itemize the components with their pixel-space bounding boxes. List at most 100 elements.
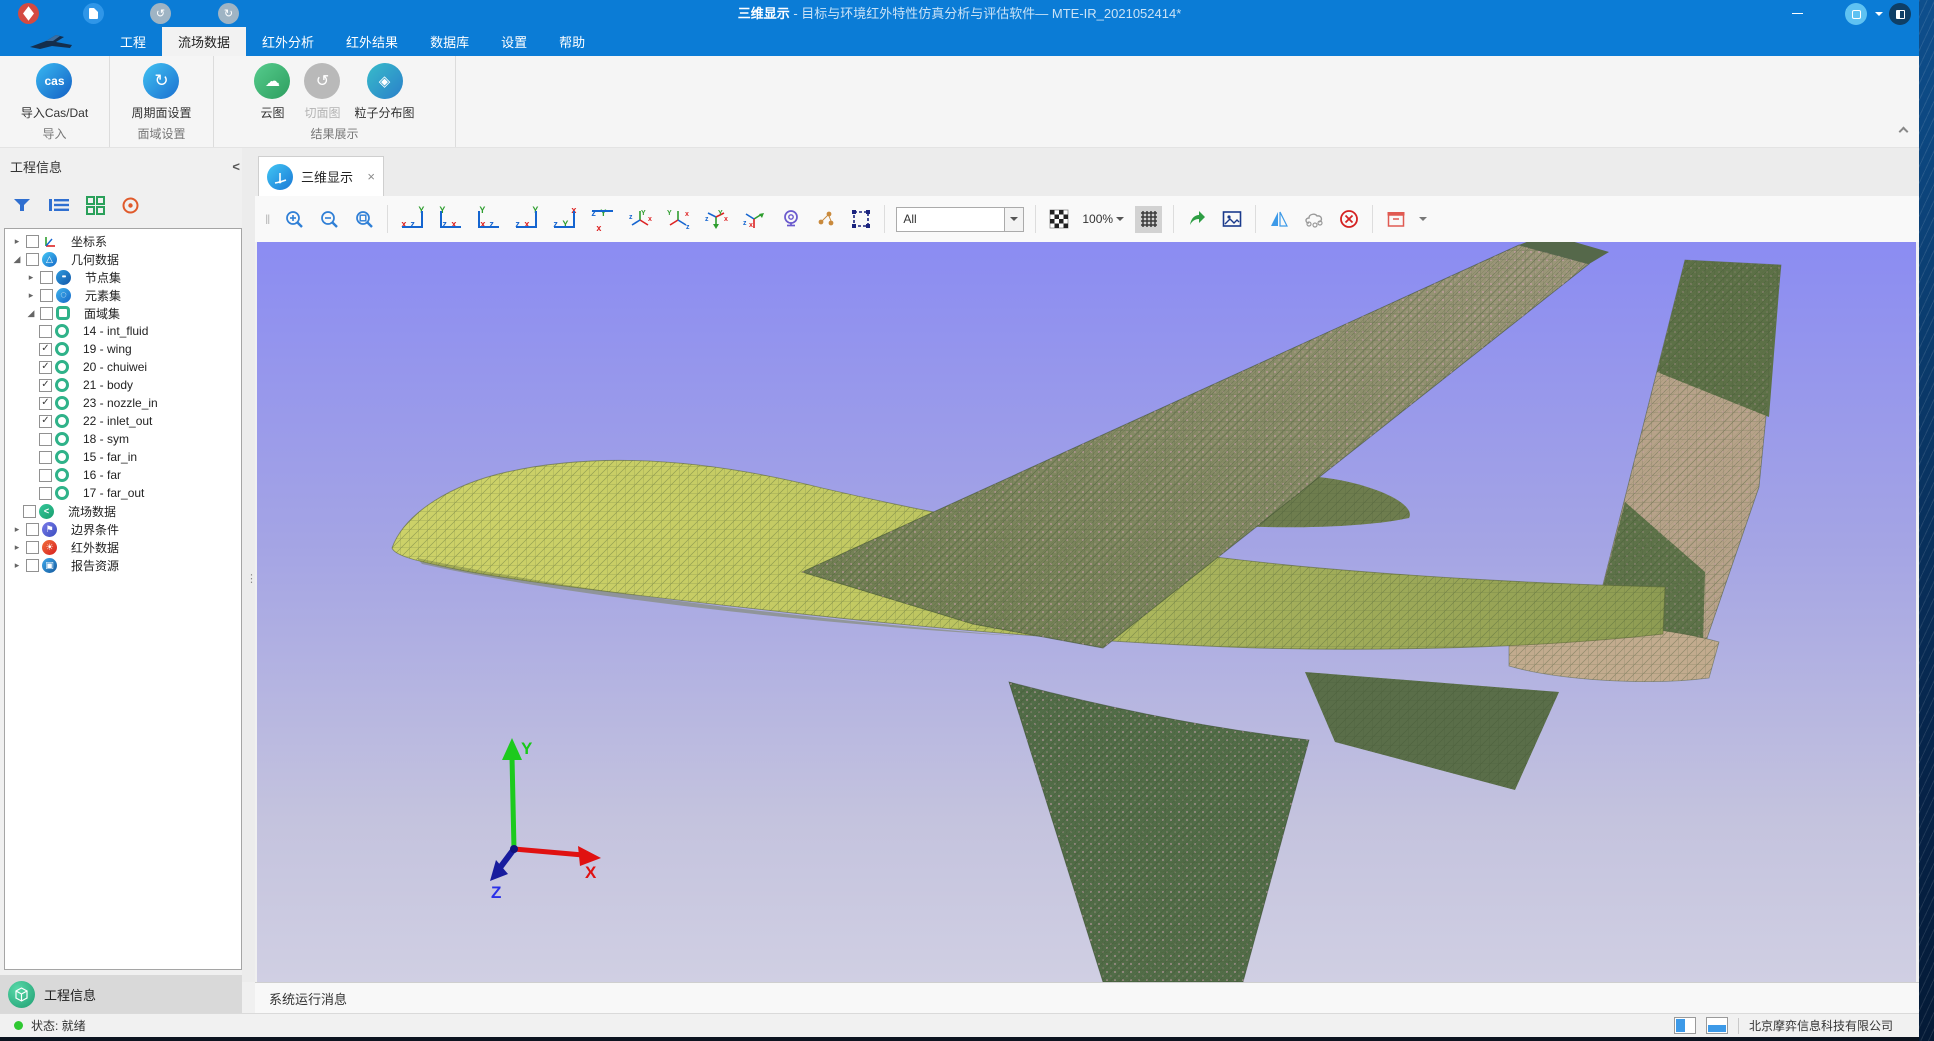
- export-view-button[interactable]: [1185, 207, 1209, 231]
- checkbox[interactable]: [39, 487, 52, 500]
- tree-item-surface[interactable]: 17 - far_out: [5, 484, 241, 502]
- view-top-button[interactable]: xzY: [551, 207, 578, 231]
- tree-item-boundary-conditions[interactable]: ▸ ⚑ 边界条件: [5, 520, 241, 538]
- tab-settings[interactable]: 设置: [485, 27, 543, 56]
- tree-item-surface[interactable]: 16 - far: [5, 466, 241, 484]
- checkbox[interactable]: ✓: [39, 361, 52, 374]
- project-info-footer-tab[interactable]: 工程信息: [0, 975, 242, 1013]
- view-iso-2-button[interactable]: Yxz: [665, 207, 692, 231]
- layout-bottom-panel-icon[interactable]: [1706, 1017, 1728, 1034]
- expand-arrow[interactable]: ▸: [25, 290, 37, 301]
- box-select-button[interactable]: [849, 207, 873, 231]
- manual-button[interactable]: [1889, 3, 1911, 25]
- tree-item-node-set[interactable]: ▸ •• 节点集: [5, 268, 241, 286]
- checkbox[interactable]: [40, 289, 53, 302]
- checkbox[interactable]: ✓: [39, 397, 52, 410]
- tree-item-surface[interactable]: ✓ 19 - wing: [5, 340, 241, 358]
- undo-button[interactable]: ↺: [150, 3, 171, 24]
- 3d-viewport[interactable]: Y X Z: [257, 242, 1916, 982]
- view-left-button[interactable]: Yxz: [475, 207, 502, 231]
- panel-splitter[interactable]: ⋮: [242, 148, 255, 982]
- tree-item-surface[interactable]: ✓ 20 - chuiwei: [5, 358, 241, 376]
- surface-filter-dropdown[interactable]: All: [896, 207, 1024, 232]
- view-iso-1-button[interactable]: zYx: [627, 207, 654, 231]
- checkbox[interactable]: [26, 235, 39, 248]
- redo-button[interactable]: ↻: [218, 3, 239, 24]
- tab-engineering[interactable]: 工程: [104, 27, 162, 56]
- checkbox[interactable]: [39, 469, 52, 482]
- tree-item-surface[interactable]: ✓ 21 - body: [5, 376, 241, 394]
- contour-plot-button[interactable]: ☁ 云图: [254, 63, 290, 121]
- tree-item-surface[interactable]: 15 - far_in: [5, 448, 241, 466]
- checkbox[interactable]: ✓: [39, 343, 52, 356]
- zoom-in-button[interactable]: [282, 207, 306, 231]
- checkbox[interactable]: [39, 451, 52, 464]
- system-message-panel[interactable]: 系统运行消息: [255, 982, 1919, 1013]
- zoom-fit-button[interactable]: [352, 207, 376, 231]
- mesh-display-toggle[interactable]: [1135, 206, 1162, 233]
- new-document-button[interactable]: [83, 3, 104, 24]
- archive-box-button[interactable]: [1384, 207, 1408, 231]
- checkbox[interactable]: [39, 433, 52, 446]
- view-right-button[interactable]: Yzx: [513, 207, 540, 231]
- view-front-button[interactable]: Yxz: [399, 207, 426, 231]
- checkbox[interactable]: [39, 325, 52, 338]
- tree-item-report-resources[interactable]: ▸ ▣ 报告资源: [5, 556, 241, 574]
- toolbar-grip[interactable]: ‖: [265, 212, 271, 227]
- checkbox[interactable]: [40, 307, 53, 320]
- tree-item-surface[interactable]: 18 - sym: [5, 430, 241, 448]
- minimize-button[interactable]: [1775, 0, 1819, 27]
- particle-distribution-button[interactable]: ◈ 粒子分布图: [355, 63, 415, 121]
- view-back-button[interactable]: Yzx: [437, 207, 464, 231]
- checkbox[interactable]: [40, 271, 53, 284]
- tree-item-surface[interactable]: ✓ 22 - inlet_out: [5, 412, 241, 430]
- list-view-icon[interactable]: [48, 196, 70, 214]
- ribbon-style-button[interactable]: [1845, 3, 1867, 25]
- checkbox[interactable]: [26, 541, 39, 554]
- tree-item-geometry-data[interactable]: ◢ △ 几何数据: [5, 250, 241, 268]
- tree-item-infrared-data[interactable]: ▸ ☀ 红外数据: [5, 538, 241, 556]
- transparency-checker-icon[interactable]: [1047, 207, 1071, 231]
- camera-view-button[interactable]: [779, 207, 803, 231]
- view-iso-4-button[interactable]: zx: [741, 207, 768, 231]
- import-cas-dat-button[interactable]: cas 导入Cas/Dat: [21, 63, 88, 121]
- tree-item-element-set[interactable]: ▸ ◌ 元素集: [5, 286, 241, 304]
- expand-arrow[interactable]: ◢: [11, 254, 23, 265]
- periodic-surface-button[interactable]: ↻ 周期面设置: [131, 63, 191, 121]
- view-bottom-button[interactable]: zYx: [589, 207, 616, 231]
- cancel-operation-button[interactable]: [1337, 207, 1361, 231]
- region-select-button[interactable]: [1302, 207, 1326, 231]
- tab-infrared-results[interactable]: 红外结果: [330, 27, 414, 56]
- tab-database[interactable]: 数据库: [414, 27, 485, 56]
- checkbox[interactable]: ✓: [39, 415, 52, 428]
- dropdown-arrow-button[interactable]: [1004, 208, 1023, 231]
- tree-item-face-set[interactable]: ◢ 面域集: [5, 304, 241, 322]
- tree-item-coordinate-system[interactable]: ▸ 坐标系: [5, 232, 241, 250]
- collapse-ribbon-button[interactable]: [1900, 128, 1910, 138]
- locate-target-icon[interactable]: [121, 196, 140, 215]
- particle-trace-button[interactable]: [814, 207, 838, 231]
- view-iso-3-button[interactable]: zYx: [703, 207, 730, 231]
- opacity-percent-dropdown[interactable]: 100%: [1082, 212, 1124, 226]
- ribbon-style-caret-icon[interactable]: [1875, 12, 1883, 20]
- checkbox[interactable]: [23, 505, 36, 518]
- checkbox[interactable]: [26, 253, 39, 266]
- app-logo-button[interactable]: [18, 3, 39, 24]
- expand-arrow[interactable]: ▸: [11, 524, 23, 535]
- checkbox[interactable]: [26, 559, 39, 572]
- expand-arrow[interactable]: ▸: [11, 542, 23, 553]
- tree-item-surface[interactable]: 14 - int_fluid: [5, 322, 241, 340]
- archive-caret-icon[interactable]: [1419, 217, 1427, 225]
- tab-close-icon[interactable]: ×: [367, 169, 375, 184]
- tree-item-surface[interactable]: ✓ 23 - nozzle_in: [5, 394, 241, 412]
- expand-arrow[interactable]: ▸: [11, 560, 23, 571]
- tree-item-flowfield-data[interactable]: < 流场数据: [5, 502, 241, 520]
- panel-collapse-button[interactable]: <: [232, 159, 240, 174]
- layout-left-panel-icon[interactable]: [1674, 1017, 1696, 1034]
- expand-arrow[interactable]: ◢: [25, 308, 37, 319]
- checkbox[interactable]: ✓: [39, 379, 52, 392]
- tab-flowfield-data[interactable]: 流场数据: [162, 27, 246, 56]
- expand-arrow[interactable]: ▸: [25, 272, 37, 283]
- mirror-button[interactable]: [1267, 207, 1291, 231]
- tab-3d-view[interactable]: 三维显示 ×: [258, 156, 384, 196]
